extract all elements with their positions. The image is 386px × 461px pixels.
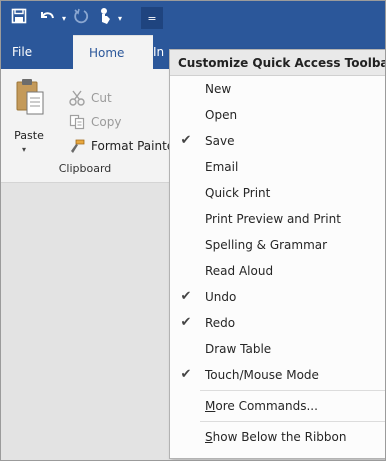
menu-item-quick-print[interactable]: Quick Print xyxy=(170,180,385,206)
chevron-down-icon: ▾ xyxy=(117,13,122,23)
tab-file[interactable]: File xyxy=(12,35,32,69)
menu-item-draw-table[interactable]: Draw Table xyxy=(170,336,385,362)
clipboard-group: Paste ▾ Cut Copy Format Painte Clipboard xyxy=(1,69,174,183)
menu-item-label: New xyxy=(205,82,232,96)
menu-title: Customize Quick Access Toolbar xyxy=(170,50,385,76)
tab-insert[interactable]: In xyxy=(153,35,169,69)
menu-item-show-below-ribbon[interactable]: Show Below the Ribbon xyxy=(170,424,385,450)
menu-item-show-below-accelerator: S xyxy=(205,430,213,444)
menu-items: New Open ✔ Save Email Quick Print Print Previe… xyxy=(170,76,385,388)
menu-item-touch-mouse-mode[interactable]: ✔ Touch/Mouse Mode xyxy=(170,362,385,388)
menu-item-more-commands-accelerator: M xyxy=(205,399,216,413)
paste-button[interactable]: Paste ▾ xyxy=(9,77,49,157)
checkmark-icon: ✔ xyxy=(180,289,192,304)
customize-qat-button[interactable]: = xyxy=(141,7,163,29)
menu-item-undo[interactable]: ✔ Undo xyxy=(170,284,385,310)
menu-item-redo[interactable]: ✔ Redo xyxy=(170,310,385,336)
tab-home[interactable]: Home xyxy=(73,35,153,69)
save-icon xyxy=(11,8,27,28)
format-painter-icon xyxy=(67,138,87,154)
copy-button[interactable]: Copy xyxy=(67,111,121,133)
qat-undo-dropdown[interactable]: ▾ xyxy=(59,7,69,29)
menu-item-label: Save xyxy=(205,134,235,148)
format-painter-label: Format Painte xyxy=(91,139,175,153)
customize-qat-menu: Customize Quick Access Toolbar New Open ✔ S… xyxy=(169,49,385,459)
checkmark-icon: ✔ xyxy=(180,367,192,382)
menu-item-label: Touch/Mouse Mode xyxy=(205,368,319,382)
menu-item-print-preview-and-print[interactable]: Print Preview and Print xyxy=(170,206,385,232)
qat-redo-button[interactable] xyxy=(71,7,91,29)
touch-mode-icon xyxy=(97,7,113,29)
menu-item-more-commands[interactable]: More Commands... xyxy=(170,393,385,419)
checkmark-icon: ✔ xyxy=(180,133,192,148)
clipboard-group-label: Clipboard xyxy=(58,162,112,175)
menu-item-more-commands-label: ore Commands... xyxy=(215,399,318,413)
qat-save-button[interactable] xyxy=(8,7,30,29)
menu-item-read-aloud[interactable]: Read Aloud xyxy=(170,258,385,284)
menu-item-label: Open xyxy=(205,108,238,122)
word-window: ▾ ▾ = File Home In Paste ▾ Cut Copy Form… xyxy=(0,0,386,461)
qat-touch-dropdown[interactable]: ▾ xyxy=(115,7,125,29)
format-painter-button[interactable]: Format Painte xyxy=(67,135,174,157)
scissors-icon xyxy=(67,90,87,106)
menu-item-label: Spelling & Grammar xyxy=(205,238,328,252)
menu-item-label: Print Preview and Print xyxy=(205,212,341,226)
paste-icon xyxy=(15,77,45,121)
copy-label: Copy xyxy=(91,115,122,129)
redo-icon xyxy=(73,8,89,28)
menu-item-save[interactable]: ✔ Save xyxy=(170,128,385,154)
checkmark-icon: ✔ xyxy=(180,315,192,330)
menu-item-spelling-grammar[interactable]: Spelling & Grammar xyxy=(170,232,385,258)
menu-separator xyxy=(200,421,385,422)
menu-item-label: Quick Print xyxy=(205,186,271,200)
undo-icon xyxy=(38,8,56,28)
menu-separator xyxy=(200,390,385,391)
title-bar: ▾ ▾ = xyxy=(1,1,385,35)
cut-button[interactable]: Cut xyxy=(67,87,112,109)
chevron-down-icon[interactable]: ▾ xyxy=(22,145,26,154)
customize-qat-icon: = xyxy=(147,11,157,25)
chevron-down-icon: ▾ xyxy=(61,13,66,23)
menu-item-show-below-label: how Below the Ribbon xyxy=(212,430,347,444)
menu-item-email[interactable]: Email xyxy=(170,154,385,180)
qat-undo-button[interactable] xyxy=(35,7,59,29)
menu-item-label: Undo xyxy=(205,290,237,304)
menu-item-new[interactable]: New xyxy=(170,76,385,102)
copy-icon xyxy=(67,114,87,130)
menu-item-open[interactable]: Open xyxy=(170,102,385,128)
cut-label: Cut xyxy=(91,91,112,105)
menu-item-label: Read Aloud xyxy=(205,264,274,278)
menu-item-label: Email xyxy=(205,160,239,174)
menu-item-label: Draw Table xyxy=(205,342,272,356)
paste-label: Paste xyxy=(14,129,44,142)
menu-item-label: Redo xyxy=(205,316,236,330)
qat-touch-mode-button[interactable] xyxy=(95,7,115,29)
